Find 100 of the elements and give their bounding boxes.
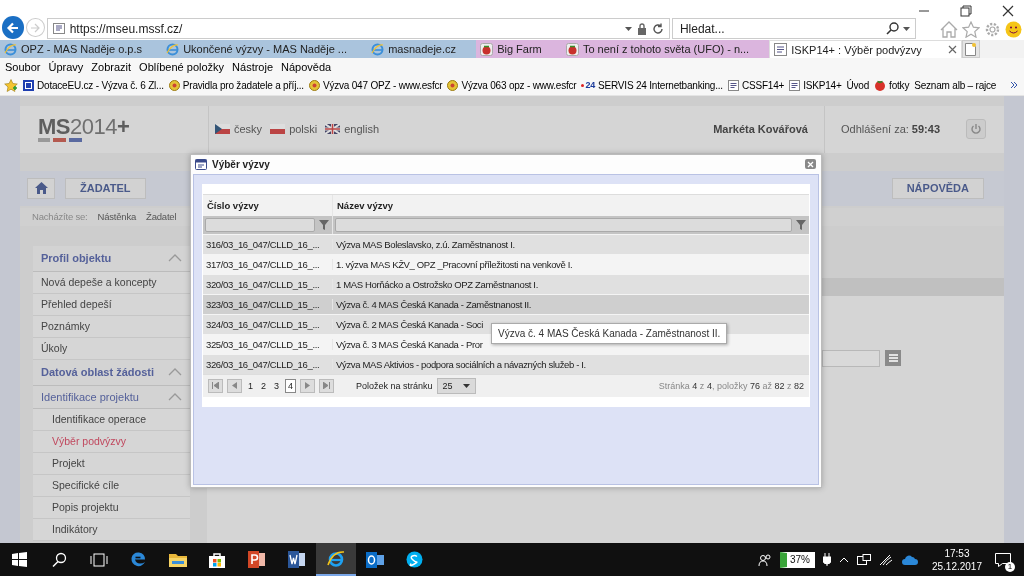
task-view-icon[interactable] <box>89 552 108 567</box>
notification-icon[interactable] <box>995 552 1011 567</box>
sidebar-group-header[interactable]: Identifikace projektu <box>33 385 190 409</box>
sidebar-item[interactable]: Poznámky <box>33 315 190 338</box>
filter-field[interactable] <box>335 217 792 232</box>
search-icon[interactable] <box>886 22 899 35</box>
mail-app-icon[interactable] <box>366 551 385 568</box>
last-page-button[interactable] <box>319 378 335 393</box>
page-link[interactable]: 1 <box>246 379 255 392</box>
favorite-link[interactable]: Seznam alb – rajce <box>914 79 997 91</box>
favorite-link[interactable]: Pravidla pro žadatele a příj... <box>168 79 304 91</box>
sidebar-item[interactable]: Indikátory <box>33 518 190 541</box>
wifi-icon[interactable] <box>878 553 894 566</box>
list-icon[interactable] <box>888 354 898 363</box>
page-link[interactable]: 4 <box>285 378 297 393</box>
previous-page-button[interactable] <box>227 378 242 393</box>
menu-item[interactable]: Oblíbené položky <box>139 61 225 73</box>
battery-indicator[interactable]: 37% <box>779 551 815 568</box>
smiley-icon[interactable] <box>1005 21 1022 38</box>
breadcrumb-link[interactable]: Žadatel <box>146 211 177 223</box>
favorite-link[interactable]: CSSF14+ <box>727 79 785 91</box>
menu-item[interactable]: Nápověda <box>281 61 332 73</box>
browser-tab[interactable]: Big Farm <box>476 40 562 58</box>
browser-tab[interactable]: masnadeje.cz <box>367 40 477 58</box>
browser-e-icon[interactable] <box>129 551 147 568</box>
browser-tab[interactable]: Ukončené výzvy - MAS Naděje ... <box>162 40 368 58</box>
column-header[interactable]: Číslo výzvy <box>203 194 333 216</box>
filter-icon[interactable] <box>319 219 329 230</box>
browser-tab[interactable]: To není z tohoto světa (UFO) - n... <box>561 40 770 58</box>
last-page-icon[interactable] <box>323 382 331 390</box>
sidebar-item[interactable]: Specifické cíle <box>33 474 190 497</box>
cloud-icon[interactable] <box>901 554 918 565</box>
table-row[interactable]: 320/03_16_047/CLLD_15_... 1 MAS Horňácko a Ostrožsko OPZ Zaměstnanost I. <box>203 273 809 294</box>
restore-icon[interactable] <box>960 5 972 17</box>
menu-item[interactable]: Zobrazit <box>91 61 132 73</box>
input-field[interactable] <box>822 349 880 367</box>
home-button[interactable] <box>27 177 55 199</box>
help-button[interactable]: NÁPOVĚDA <box>891 177 984 199</box>
notifications-button[interactable]: 1 <box>990 546 1016 573</box>
slides-app-icon[interactable] <box>248 551 266 568</box>
sidebar-section-header[interactable]: Profil objektu <box>33 245 190 272</box>
chevron-icon[interactable] <box>1010 81 1018 90</box>
user-name[interactable]: Markéta Kovářová <box>713 123 808 136</box>
page-link[interactable]: 2 <box>259 379 269 392</box>
sidebar-section-header[interactable]: Datová oblast žádosti <box>33 359 190 386</box>
favorite-link[interactable]: ISKP14+ <box>789 79 842 91</box>
nav-button[interactable]: ŽADATEL <box>65 177 146 199</box>
language-link[interactable]: polski <box>270 123 318 136</box>
breadcrumb-link[interactable]: Nástěnka <box>97 211 137 223</box>
table-row[interactable]: 323/03_16_047/CLLD_15_... Výzva č. 4 MAS Česká Kanada - Zaměstnanost II. <box>203 293 809 314</box>
browser-tab[interactable]: OPZ - MAS Naděje o.p.s <box>0 40 163 58</box>
star-icon[interactable] <box>962 21 980 38</box>
previous-icon[interactable] <box>232 382 237 390</box>
table-row[interactable]: 317/03_16_047/CLLD_16_... 1. výzva MAS KŽV_ OPZ _Pracovní příležitosti na venkově I. <box>203 253 809 274</box>
shopping-bag-icon[interactable] <box>209 551 226 568</box>
close-tab-icon[interactable] <box>948 45 957 54</box>
table-row[interactable]: 326/03_16_047/CLLD_16_... Výzva MAS Aktivios - podpora sociálních a návazných služeb - I. <box>203 353 809 374</box>
favorite-link[interactable]: DotaceEU.cz - Výzva č. 6 Zl... <box>23 79 164 91</box>
search-bar[interactable]: Hledat... <box>671 18 916 39</box>
sidebar-item[interactable]: Nová depeše a koncepty <box>33 271 190 294</box>
sidebar-item[interactable]: Popis projektu <box>33 496 190 519</box>
dropdown-icon[interactable] <box>462 383 470 388</box>
favorite-link[interactable]: fotky <box>874 79 910 92</box>
document-app-icon[interactable] <box>287 551 305 568</box>
column-header[interactable]: Název výzvy <box>333 194 809 216</box>
first-page-button[interactable] <box>208 378 223 393</box>
favorite-link[interactable]: Výzva 047 OPZ - www.esfcr <box>308 79 443 91</box>
chat-app-icon[interactable] <box>406 551 424 568</box>
browser-tab[interactable]: ISKP14+ : Výběr podvýzvy <box>769 40 962 58</box>
next-page-button[interactable] <box>300 378 316 393</box>
filter-field[interactable] <box>205 217 315 232</box>
close-icon[interactable] <box>1002 5 1014 17</box>
language-link[interactable]: english <box>325 123 380 136</box>
page-link[interactable]: 3 <box>272 379 282 392</box>
page-size-dropdown[interactable]: 25 <box>436 377 476 394</box>
sidebar-item[interactable]: Projekt <box>33 452 190 475</box>
sidebar-item[interactable]: Úkoly <box>33 337 190 360</box>
dropdown-icon[interactable] <box>624 26 632 31</box>
menu-item[interactable]: Úpravy <box>48 61 84 73</box>
list-button[interactable] <box>885 350 901 367</box>
menu-item[interactable]: Soubor <box>5 61 41 73</box>
browser-e-icon[interactable] <box>326 549 345 568</box>
favorite-link[interactable]: 24 SERVIS 24 Internetbanking... <box>581 79 723 91</box>
language-link[interactable]: česky <box>215 123 263 136</box>
table-row[interactable]: 316/03_16_047/CLLD_16_... Výzva MAS Boleslavsko, z.ú. Zaměstnanost I. <box>203 233 809 254</box>
home-icon[interactable] <box>34 182 48 195</box>
first-page-icon[interactable] <box>212 382 219 390</box>
people-icon[interactable] <box>757 552 772 567</box>
menu-item[interactable]: Nástroje <box>232 61 274 73</box>
favorites-star-icon[interactable] <box>4 78 18 92</box>
favorite-link[interactable]: Úvod <box>846 79 870 91</box>
favorite-link[interactable]: Výzva 063 opz - www.esfcr <box>447 79 577 91</box>
dropdown-icon[interactable] <box>903 26 910 31</box>
device-icon[interactable] <box>856 554 871 565</box>
sidebar-item[interactable]: Identifikace operace <box>33 408 190 431</box>
folder-icon[interactable] <box>168 552 187 567</box>
sidebar-item[interactable]: Přehled depeší <box>33 293 190 316</box>
address-bar[interactable]: https://mseu.mssf.cz/ <box>46 18 670 39</box>
next-icon[interactable] <box>305 382 311 390</box>
filter-icon[interactable] <box>796 219 806 230</box>
